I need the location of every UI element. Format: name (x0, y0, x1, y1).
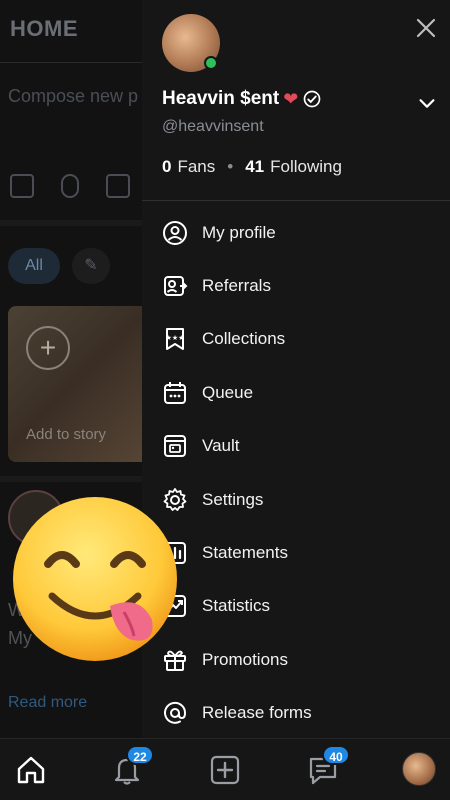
menu-item-queue[interactable]: Queue (142, 366, 450, 419)
menu-item-label: Statistics (202, 596, 271, 616)
menu-item-label: Release forms (202, 703, 312, 723)
vault-icon (164, 435, 186, 458)
menu-item-promotions[interactable]: Promotions (142, 633, 450, 686)
menu-item-statements[interactable]: Statements (142, 526, 450, 579)
divider (0, 476, 142, 482)
vault-media-icon[interactable] (106, 174, 130, 198)
collections-icon: ★★★ (166, 328, 185, 351)
following-label[interactable]: Following (270, 157, 342, 177)
chevron-down-icon[interactable] (416, 92, 438, 114)
close-icon[interactable] (414, 16, 438, 40)
add-post-icon[interactable] (208, 753, 242, 787)
divider (0, 220, 142, 226)
calendar-icon (164, 381, 186, 404)
divider (142, 200, 450, 201)
add-story-label: Add to story (26, 426, 107, 443)
user-circle-icon (163, 220, 187, 245)
menu-item-statistics[interactable]: Statistics (142, 580, 450, 633)
compose-input[interactable]: Compose new p (8, 86, 138, 107)
menu-item-release-forms[interactable]: Release forms (142, 687, 450, 740)
page-title: HOME (10, 16, 78, 41)
notifications-badge: 22 (126, 745, 154, 765)
notifications-button[interactable]: 22 (110, 745, 154, 787)
add-story-card[interactable]: + Add to story (8, 306, 142, 462)
profile-avatar-nav[interactable] (402, 752, 436, 786)
menu-item-referrals[interactable]: Referrals (142, 259, 450, 312)
verified-icon (303, 90, 321, 108)
menu-item-label: Collections (202, 329, 286, 349)
user-name-text: Heavvin $ent (162, 88, 280, 109)
menu-item-label: Statements (202, 543, 288, 563)
menu-item-label: Referrals (202, 276, 271, 296)
bottom-nav: 22 40 (0, 738, 450, 800)
messages-button[interactable]: 40 (306, 745, 350, 787)
user-handle: @heavvinsent (162, 118, 264, 135)
microphone-icon[interactable] (61, 174, 79, 198)
fans-count[interactable]: 0 (162, 157, 171, 177)
menu-item-settings[interactable]: Settings (142, 473, 450, 526)
menu-item-label: My profile (202, 222, 276, 242)
menu-item-vault[interactable]: Vault (142, 420, 450, 473)
edit-filter-button[interactable]: ✎ (72, 248, 110, 284)
messages-badge: 40 (322, 745, 350, 765)
image-icon[interactable] (10, 174, 34, 198)
referral-icon (164, 276, 188, 297)
menu-item-collections[interactable]: ★★★ Collections (142, 313, 450, 366)
plus-icon: + (26, 326, 70, 370)
menu-item-label: Vault (202, 436, 240, 456)
separator-dot: • (227, 157, 234, 176)
divider (0, 62, 142, 63)
yum-emoji-icon (13, 497, 177, 661)
menu-item-my-profile[interactable]: My profile (142, 206, 450, 259)
heart-icon: ❤ (283, 88, 299, 109)
menu-item-label: Promotions (202, 649, 288, 669)
filter-all-chip[interactable]: All (8, 248, 60, 284)
at-icon (164, 702, 187, 725)
online-status-dot (204, 56, 218, 70)
menu-item-label: Queue (202, 382, 254, 402)
side-drawer: Heavvin $ent ❤ @heavvinsent 0 Fans • 41 … (142, 0, 450, 738)
drawer-menu: My profile Referrals ★★★ Collections Que… (142, 206, 450, 740)
following-count[interactable]: 41 (245, 157, 264, 177)
read-more-link[interactable]: Read more (8, 694, 87, 712)
home-icon[interactable] (14, 753, 48, 787)
user-name[interactable]: Heavvin $ent ❤ (162, 88, 322, 110)
follow-stats: 0 Fans • 41 Following (162, 157, 342, 177)
fans-label[interactable]: Fans (177, 157, 215, 177)
menu-item-label: Settings (202, 489, 264, 509)
svg-text:★★★: ★★★ (166, 334, 185, 342)
